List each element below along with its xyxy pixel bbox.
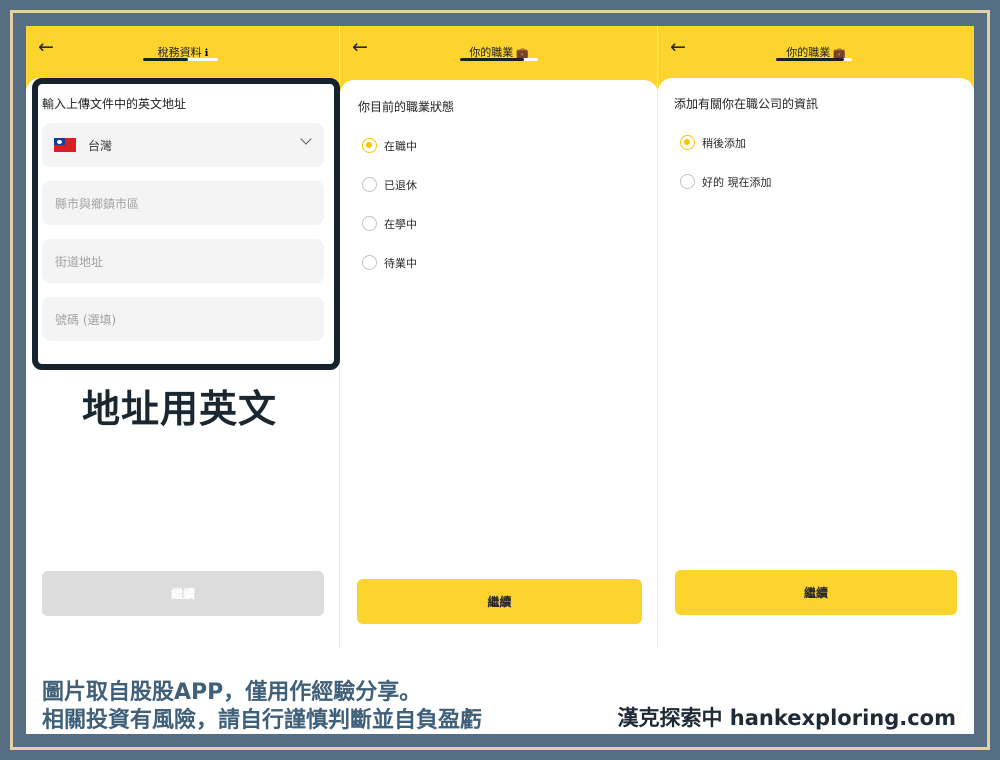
progress-fill xyxy=(143,58,188,61)
address-highlight-box xyxy=(32,78,340,370)
employer-question: 添加有關你在職公司的資訊 xyxy=(674,97,819,111)
radio-icon[interactable] xyxy=(362,177,377,192)
option-label: 好的 現在添加 xyxy=(702,176,772,189)
occupation-status-screen: ← 你的職業 💼 你目前的職業狀態 在職中 已退休 在學中 待業中 繼續 xyxy=(340,26,658,648)
radio-icon[interactable] xyxy=(680,174,695,189)
continue-button[interactable]: 繼續 xyxy=(675,570,957,615)
radio-icon[interactable] xyxy=(680,135,695,150)
radio-icon[interactable] xyxy=(362,216,377,231)
disclaimer-line-2: 相關投資有風險，請自行謹慎判斷並自負盈虧 xyxy=(42,708,483,733)
continue-button-disabled[interactable]: 繼續 xyxy=(42,571,324,616)
radio-icon[interactable] xyxy=(362,138,377,153)
progress-fill xyxy=(776,58,844,61)
option-label: 在學中 xyxy=(384,218,417,231)
option-label: 在職中 xyxy=(384,140,417,153)
option-label: 稍後添加 xyxy=(702,137,746,150)
content-sheet xyxy=(340,80,658,648)
content-sheet xyxy=(658,78,974,648)
site-brand: 漢克探索中 hankexploring.com xyxy=(617,706,956,730)
radio-icon[interactable] xyxy=(362,255,377,270)
screenshot-collage: ← 稅務資料 ℹ 輸入上傳文件中的英文地址 台灣 縣市與鄉鎮市區 街道地址 號碼 … xyxy=(26,26,974,734)
option-label: 待業中 xyxy=(384,257,417,270)
annotation-text: 地址用英文 xyxy=(82,387,278,431)
option-label: 已退休 xyxy=(384,179,417,192)
continue-button[interactable]: 繼續 xyxy=(357,579,642,624)
occupation-question: 你目前的職業狀態 xyxy=(358,100,455,114)
employer-info-screen: ← 你的職業 💼 添加有關你在職公司的資訊 稍後添加 好的 現在添加 繼續 xyxy=(658,26,974,648)
progress-fill xyxy=(460,58,524,61)
